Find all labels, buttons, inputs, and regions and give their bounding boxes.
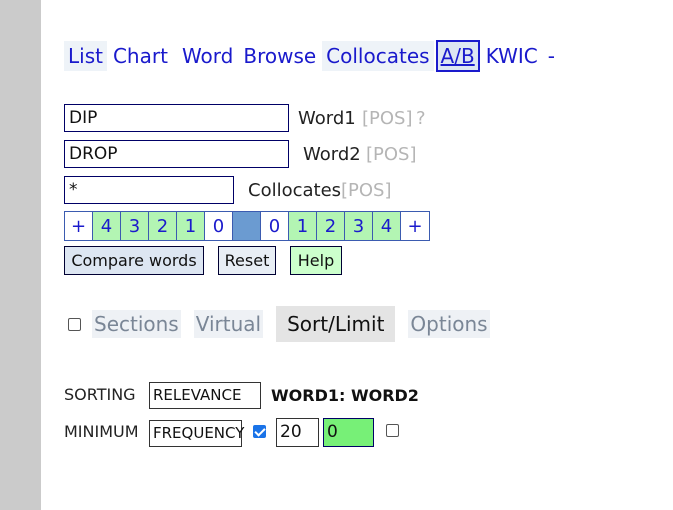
compare-words-button[interactable]: Compare words	[64, 246, 204, 275]
tab-collocates[interactable]: Collocates	[322, 41, 434, 71]
context-expand-left[interactable]: +	[65, 212, 93, 240]
word2-pos-link[interactable]: [POS]	[366, 144, 417, 165]
tab-more[interactable]: -	[544, 41, 559, 71]
collocates-input[interactable]	[64, 176, 234, 204]
options-row: Sections Virtual Sort/Limit Options	[68, 306, 490, 342]
minimum-checkbox[interactable]	[253, 425, 266, 438]
context-right-0[interactable]: 0	[261, 212, 289, 240]
tab-browse[interactable]: Browse	[239, 41, 320, 71]
tab-chart[interactable]: Chart	[109, 41, 172, 71]
left-sidebar	[0, 0, 41, 510]
context-right-3[interactable]: 3	[345, 212, 373, 240]
tab-ab[interactable]: A/B	[435, 40, 480, 72]
minimum-extra-input[interactable]: 0	[323, 418, 374, 447]
context-left-2[interactable]: 2	[149, 212, 177, 240]
context-right-1[interactable]: 1	[289, 212, 317, 240]
word2-label: Word2	[303, 144, 361, 165]
word2-input[interactable]	[64, 140, 289, 168]
collocates-pos-link[interactable]: [POS]	[341, 180, 392, 201]
help-button[interactable]: Help	[290, 246, 342, 275]
tab-kwic[interactable]: KWIC	[482, 41, 542, 71]
collocates-label: Collocates	[248, 180, 342, 201]
sections-checkbox[interactable]	[68, 317, 81, 331]
context-left-4[interactable]: 4	[93, 212, 121, 240]
context-right-4[interactable]: 4	[373, 212, 401, 240]
reset-button[interactable]: Reset	[218, 246, 276, 275]
word1-label: Word1	[298, 108, 356, 129]
context-span-selector: + 4 3 2 1 0 0 1 2 3 4 +	[64, 211, 430, 241]
nav-tabs: List Chart Word Browse Collocates A/B KW…	[64, 36, 561, 76]
minimum-label: MINIMUM	[64, 422, 139, 441]
sorting-note: WORD1: WORD2	[271, 386, 419, 405]
word1-help-icon[interactable]: ?	[416, 108, 426, 129]
minimum-extra-checkbox[interactable]	[386, 424, 399, 437]
context-expand-right[interactable]: +	[401, 212, 429, 240]
option-sort-limit[interactable]: Sort/Limit	[276, 306, 396, 342]
sorting-label: SORTING	[64, 385, 136, 404]
context-node	[233, 212, 261, 240]
tab-list[interactable]: List	[64, 41, 107, 71]
minimum-select[interactable]: FREQUENCY	[149, 420, 244, 447]
word1-input[interactable]	[64, 104, 289, 132]
option-sections[interactable]: Sections	[92, 310, 181, 338]
option-options[interactable]: Options	[408, 310, 490, 338]
context-left-1[interactable]: 1	[177, 212, 205, 240]
tab-word[interactable]: Word	[178, 41, 237, 71]
option-virtual[interactable]: Virtual	[193, 310, 264, 338]
context-left-0[interactable]: 0	[205, 212, 233, 240]
sorting-select[interactable]: RELEVANCE	[149, 382, 261, 409]
word1-pos-link[interactable]: [POS]	[362, 108, 413, 129]
context-left-3[interactable]: 3	[121, 212, 149, 240]
context-right-2[interactable]: 2	[317, 212, 345, 240]
minimum-count-input[interactable]: 20	[276, 418, 319, 447]
